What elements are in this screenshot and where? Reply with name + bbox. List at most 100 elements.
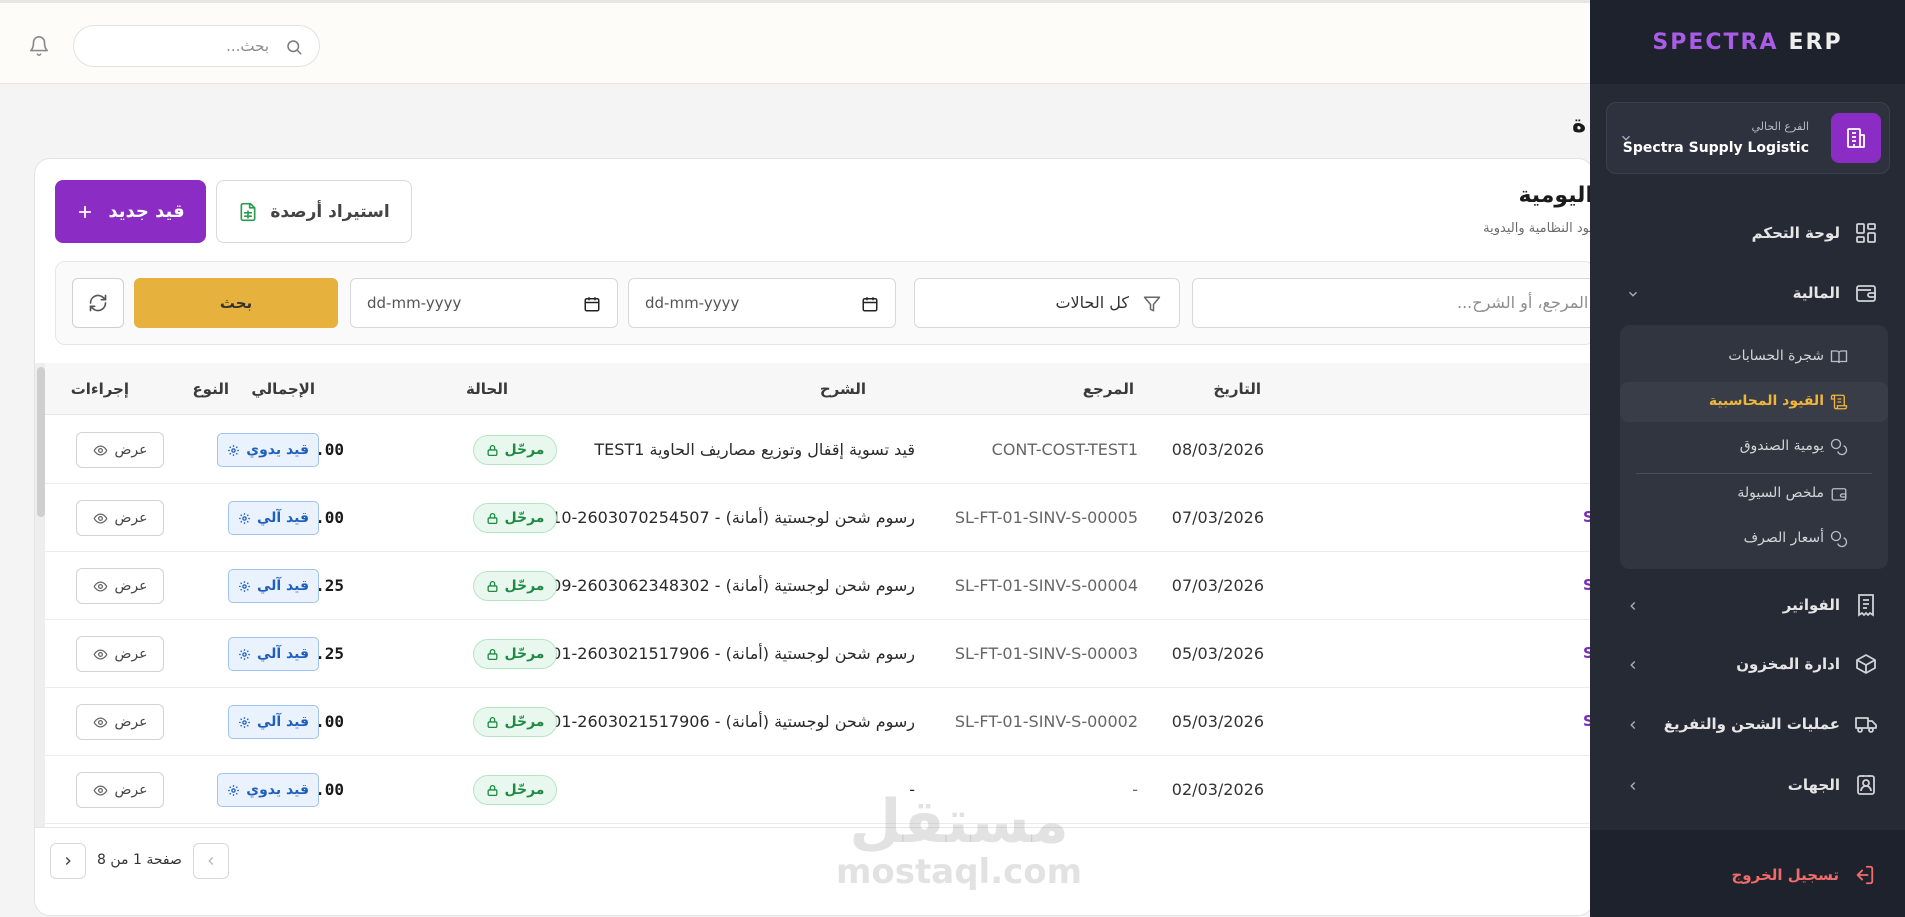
eye-icon (93, 648, 107, 660)
eye-icon (93, 716, 107, 728)
view-button-label: عرض (114, 578, 148, 594)
page-indicator: صفحة 1 من 8 (97, 852, 182, 868)
dashboard-grid-icon (1856, 223, 1876, 243)
global-search-input[interactable]: بحث... (73, 25, 320, 67)
branch-selector[interactable]: الفرع الحالي Spectra Supply Logistic (1606, 102, 1890, 174)
watermark-arabic: مستقل (849, 787, 1069, 857)
chevron-left-icon (1630, 661, 1636, 669)
branch-name: Spectra Supply Logistic (1622, 140, 1809, 156)
refresh-button[interactable] (72, 278, 124, 328)
type-badge-label: قيد يدوي (246, 442, 309, 458)
sidebar-subitem-liquidity[interactable]: ملخص السيولة (1620, 474, 1888, 514)
status-badge: مرحّل (473, 639, 557, 669)
view-button[interactable]: عرض (76, 636, 164, 672)
date-from-input[interactable]: dd-mm-yyyy (628, 278, 896, 328)
subitem-label: ملخص السيولة (1737, 485, 1824, 501)
table-row[interactable]: 02/03/2026 - - مرحّل 500.00 قيد يدوي عرض (45, 756, 1593, 824)
sidebar-item-entities[interactable]: الجهات (1606, 764, 1890, 806)
truck-icon (1855, 717, 1877, 733)
chevron-down-icon (1622, 135, 1630, 141)
logout-label: تسجيل الخروج (1731, 866, 1840, 884)
calendar-icon[interactable] (861, 295, 879, 313)
sidebar-item-label: الفواتير (1782, 596, 1840, 614)
receipt-icon (1858, 594, 1874, 617)
table-row[interactable]: SL 07/03/2026 SL-FT-01-SINV-S-00005 رسوم… (45, 484, 1593, 552)
cell-description: رسوم شحن لوجستية (أمانة) - L209-26030623… (517, 576, 915, 595)
top-header: بحث... (0, 0, 1620, 84)
import-balances-label: استيراد أرصدة (270, 201, 390, 222)
package-icon (1856, 654, 1876, 674)
sidebar-item-shipping[interactable]: عمليات الشحن والتفريغ (1606, 703, 1890, 745)
text-filter-input[interactable]: ، المرجع، أو الشرح... (1192, 278, 1593, 328)
sidebar-item-finance[interactable]: المالية (1606, 272, 1890, 314)
view-button[interactable]: عرض (76, 772, 164, 808)
sidebar-item-invoices[interactable]: الفواتير (1606, 584, 1890, 626)
book-icon (1830, 350, 1848, 364)
chevron-left-icon (1630, 782, 1636, 790)
import-balances-button[interactable]: استيراد أرصدة (216, 180, 412, 243)
table-row[interactable]: SL 05/03/2026 SL-FT-01-SINV-S-00003 رسوم… (45, 620, 1593, 688)
status-badge-label: مرحّل (504, 714, 545, 730)
status-badge-label: مرحّل (504, 782, 545, 798)
view-button[interactable]: عرض (76, 432, 164, 468)
app-logo[interactable]: SPECTRA ERP (1590, 0, 1905, 84)
eye-icon (93, 512, 107, 524)
eye-icon (93, 444, 107, 456)
search-button[interactable]: بحث (134, 278, 338, 328)
view-button[interactable]: عرض (76, 704, 164, 740)
notifications-bell-icon[interactable] (28, 35, 52, 59)
cell-reference: SL-FT-01-SINV-S-00004 (954, 576, 1138, 595)
next-page-button[interactable] (50, 843, 86, 879)
chevron-left-icon (208, 857, 214, 865)
view-button[interactable]: عرض (76, 568, 164, 604)
date-from-placeholder: dd-mm-yyyy (645, 294, 740, 312)
status-badge: مرحّل (473, 707, 557, 737)
lock-icon (487, 444, 497, 456)
calendar-icon[interactable] (583, 295, 601, 313)
prev-page-button[interactable] (193, 843, 229, 879)
cell-description: قيد تسوية إقفال وتوزيع مصاريف الحاوية TE… (594, 440, 915, 459)
sidebar-item-label: المالية (1792, 284, 1840, 302)
sidebar-subitem-exchange-rates[interactable]: أسعار الصرف (1620, 519, 1888, 559)
gear-icon (228, 444, 240, 456)
view-button-label: عرض (114, 782, 148, 798)
status-badge: مرحّل (473, 571, 557, 601)
sidebar-subitem-accounts-tree[interactable]: شجرة الحسابات (1620, 337, 1888, 377)
sidebar-item-dashboard[interactable]: لوحة التحكم (1606, 212, 1890, 254)
column-header-date: التاريخ (1213, 380, 1261, 398)
cell-reference: CONT-COST-TEST1 (991, 440, 1138, 459)
lock-icon (487, 716, 497, 728)
column-header-total: الإجمالي (251, 380, 315, 398)
coins-icon (1830, 438, 1848, 456)
cell-date: 02/03/2026 (1171, 780, 1264, 799)
table-row[interactable]: SL 05/03/2026 SL-FT-01-SINV-S-00002 رسوم… (45, 688, 1593, 756)
logo-text-secondary: ERP (1788, 29, 1843, 55)
sidebar-item-inventory[interactable]: ادارة المخزون (1606, 643, 1890, 685)
sidebar-subitem-journal-entries[interactable]: القيود المحاسبية (1620, 382, 1888, 422)
sidebar-item-label: لوحة التحكم (1751, 224, 1840, 242)
gear-icon (239, 512, 250, 524)
cell-reference: SL-FT-01-SINV-S-00005 (954, 508, 1138, 527)
new-entry-button[interactable]: قيد جديد (55, 180, 206, 243)
cell-description: رسوم شحن لوجستية (أمانة) - SL101-2603021… (521, 712, 915, 731)
status-filter-select[interactable]: كل الحالات (914, 278, 1180, 328)
table-row[interactable]: SL 07/03/2026 SL-FT-01-SINV-S-00004 رسوم… (45, 552, 1593, 620)
date-to-input[interactable]: dd-mm-yyyy (350, 278, 618, 328)
view-button-label: عرض (114, 646, 148, 662)
table-scrollbar-thumb[interactable] (37, 367, 45, 517)
subitem-label: يومية الصندوق (1739, 438, 1824, 454)
finance-submenu: شجرة الحسابات القيود المحاسبية يومية الص… (1620, 325, 1888, 569)
logout-button[interactable]: تسجيل الخروج (1732, 864, 1876, 886)
table-row[interactable]: 08/03/2026 CONT-COST-TEST1 قيد تسوية إقف… (45, 416, 1593, 484)
filter-bar: بحث dd-mm-yyyy dd-mm-yyyy كل الحالات ، ا… (55, 261, 1593, 345)
type-badge-label: قيد آلي (256, 510, 309, 526)
sidebar-item-label: عمليات الشحن والتفريغ (1663, 715, 1840, 733)
type-badge-label: قيد يدوي (246, 782, 309, 798)
status-badge-label: مرحّل (504, 578, 545, 594)
status-badge: مرحّل (473, 503, 557, 533)
sidebar-subitem-cash-journal[interactable]: يومية الصندوق (1620, 427, 1888, 467)
status-badge-label: مرحّل (504, 646, 545, 662)
sidebar-item-label: الجهات (1787, 776, 1840, 794)
column-header-type: النوع (192, 380, 229, 398)
view-button[interactable]: عرض (76, 500, 164, 536)
